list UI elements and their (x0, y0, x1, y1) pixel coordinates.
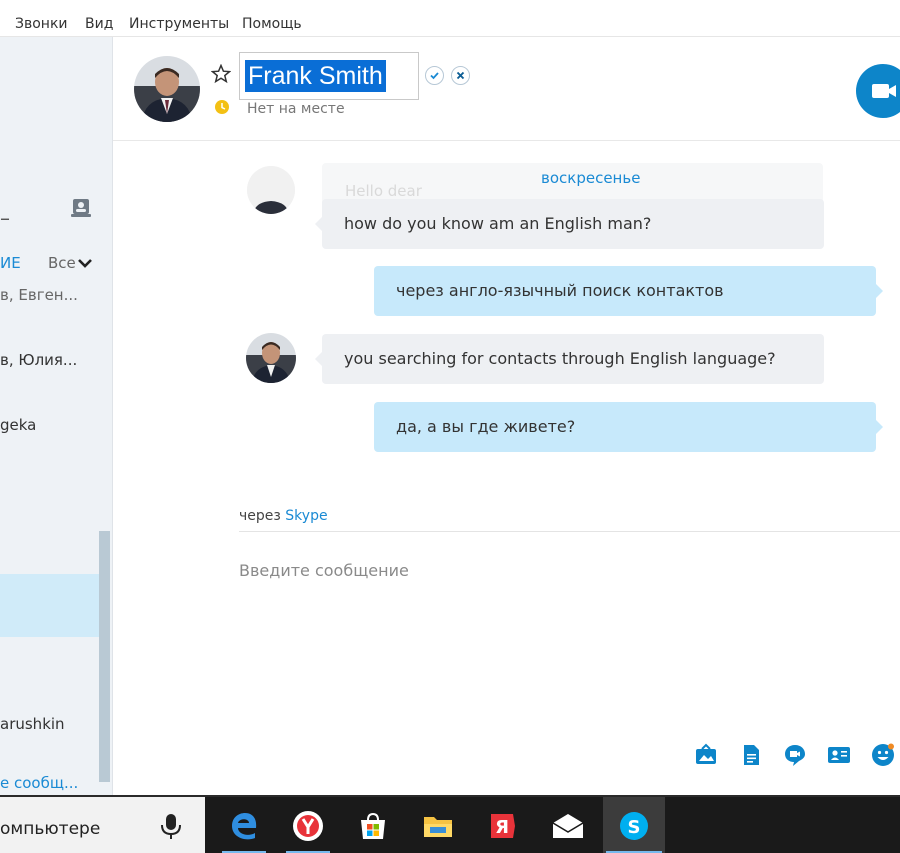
svg-text:S: S (628, 817, 641, 838)
contact-list-item[interactable]: geka (0, 416, 36, 434)
faded-message-text: Hello dear (345, 182, 422, 200)
skype-icon[interactable]: S (615, 807, 653, 845)
video-camera-icon (872, 84, 896, 98)
windows-taskbar: омпьютере Я S (0, 795, 900, 853)
close-icon (456, 71, 465, 80)
contact-list-item[interactable]: arushkin (0, 715, 65, 733)
faded-avatar (247, 166, 295, 214)
menu-view[interactable]: Вид (85, 16, 113, 32)
menu-bar: Звонки Вид Инструменты Помощь (0, 0, 900, 37)
contacts-book-icon[interactable] (70, 198, 92, 218)
contact-avatar[interactable] (134, 56, 200, 122)
send-file-icon[interactable] (739, 743, 763, 767)
file-explorer-icon[interactable] (419, 807, 457, 845)
yandex-browser-icon[interactable] (289, 807, 327, 845)
new-message-link[interactable]: е сообщ... (0, 774, 78, 792)
emoticon-icon[interactable] (871, 743, 895, 767)
conversation-area: Hello dear воскресенье how do you know a… (113, 142, 900, 527)
check-icon (430, 72, 439, 80)
contact-list-item-selected[interactable] (0, 574, 99, 637)
outgoing-message[interactable]: да, а вы где живете? (374, 402, 883, 452)
filter-select[interactable]: Все (48, 254, 76, 272)
yandex-icon[interactable]: Я (484, 807, 522, 845)
video-message-icon[interactable] (783, 743, 807, 767)
send-photo-icon[interactable] (694, 743, 718, 767)
contact-status-text: Нет на месте (247, 101, 345, 117)
sidebar-tab-recent[interactable]: ИЕ (0, 254, 21, 272)
contact-name-input[interactable]: Frank Smith (239, 52, 419, 100)
sidebar-dash: – (0, 206, 10, 230)
outgoing-message[interactable]: через англо-язычный поиск контактов (374, 266, 883, 316)
menu-calls[interactable]: Звонки (15, 16, 68, 32)
compose-divider (239, 531, 900, 532)
message-input[interactable] (239, 557, 879, 583)
microphone-icon[interactable] (160, 813, 182, 841)
incoming-message[interactable]: you searching for contacts through Engli… (315, 334, 824, 384)
chevron-down-icon[interactable] (77, 256, 93, 270)
mail-icon[interactable] (549, 807, 587, 845)
sidebar-scrollbar[interactable] (99, 531, 110, 782)
svg-text:Я: Я (495, 817, 509, 838)
favorite-star-icon[interactable] (211, 64, 231, 84)
conversation-header: Frank Smith Нет на месте (113, 37, 900, 141)
contact-name-selected-text[interactable]: Frank Smith (245, 60, 386, 92)
message-avatar[interactable] (246, 333, 296, 383)
via-service-link[interactable]: Skype (285, 508, 327, 524)
menu-tools[interactable]: Инструменты (129, 16, 229, 32)
edge-browser-icon[interactable] (225, 807, 263, 845)
taskbar-search-box[interactable]: омпьютере (0, 797, 205, 853)
confirm-rename-button[interactable] (425, 66, 444, 85)
video-call-button[interactable] (856, 64, 900, 118)
date-separator: воскресенье (541, 169, 641, 187)
incoming-message[interactable]: how do you know am an English man? (315, 199, 824, 249)
cancel-rename-button[interactable] (451, 66, 470, 85)
send-contact-icon[interactable] (827, 743, 851, 767)
away-status-icon (215, 100, 229, 114)
contact-list-item[interactable]: в, Юлия... (0, 351, 77, 369)
sidebar: – ИЕ Все в, Евген... в, Юлия... geka aru… (0, 37, 113, 795)
via-prefix: через (239, 508, 281, 524)
via-service-label: через Skype (239, 508, 328, 524)
contact-list-item[interactable]: в, Евген... (0, 286, 78, 304)
microsoft-store-icon[interactable] (354, 807, 392, 845)
menu-help[interactable]: Помощь (242, 16, 302, 32)
taskbar-search-text: омпьютере (0, 819, 101, 839)
